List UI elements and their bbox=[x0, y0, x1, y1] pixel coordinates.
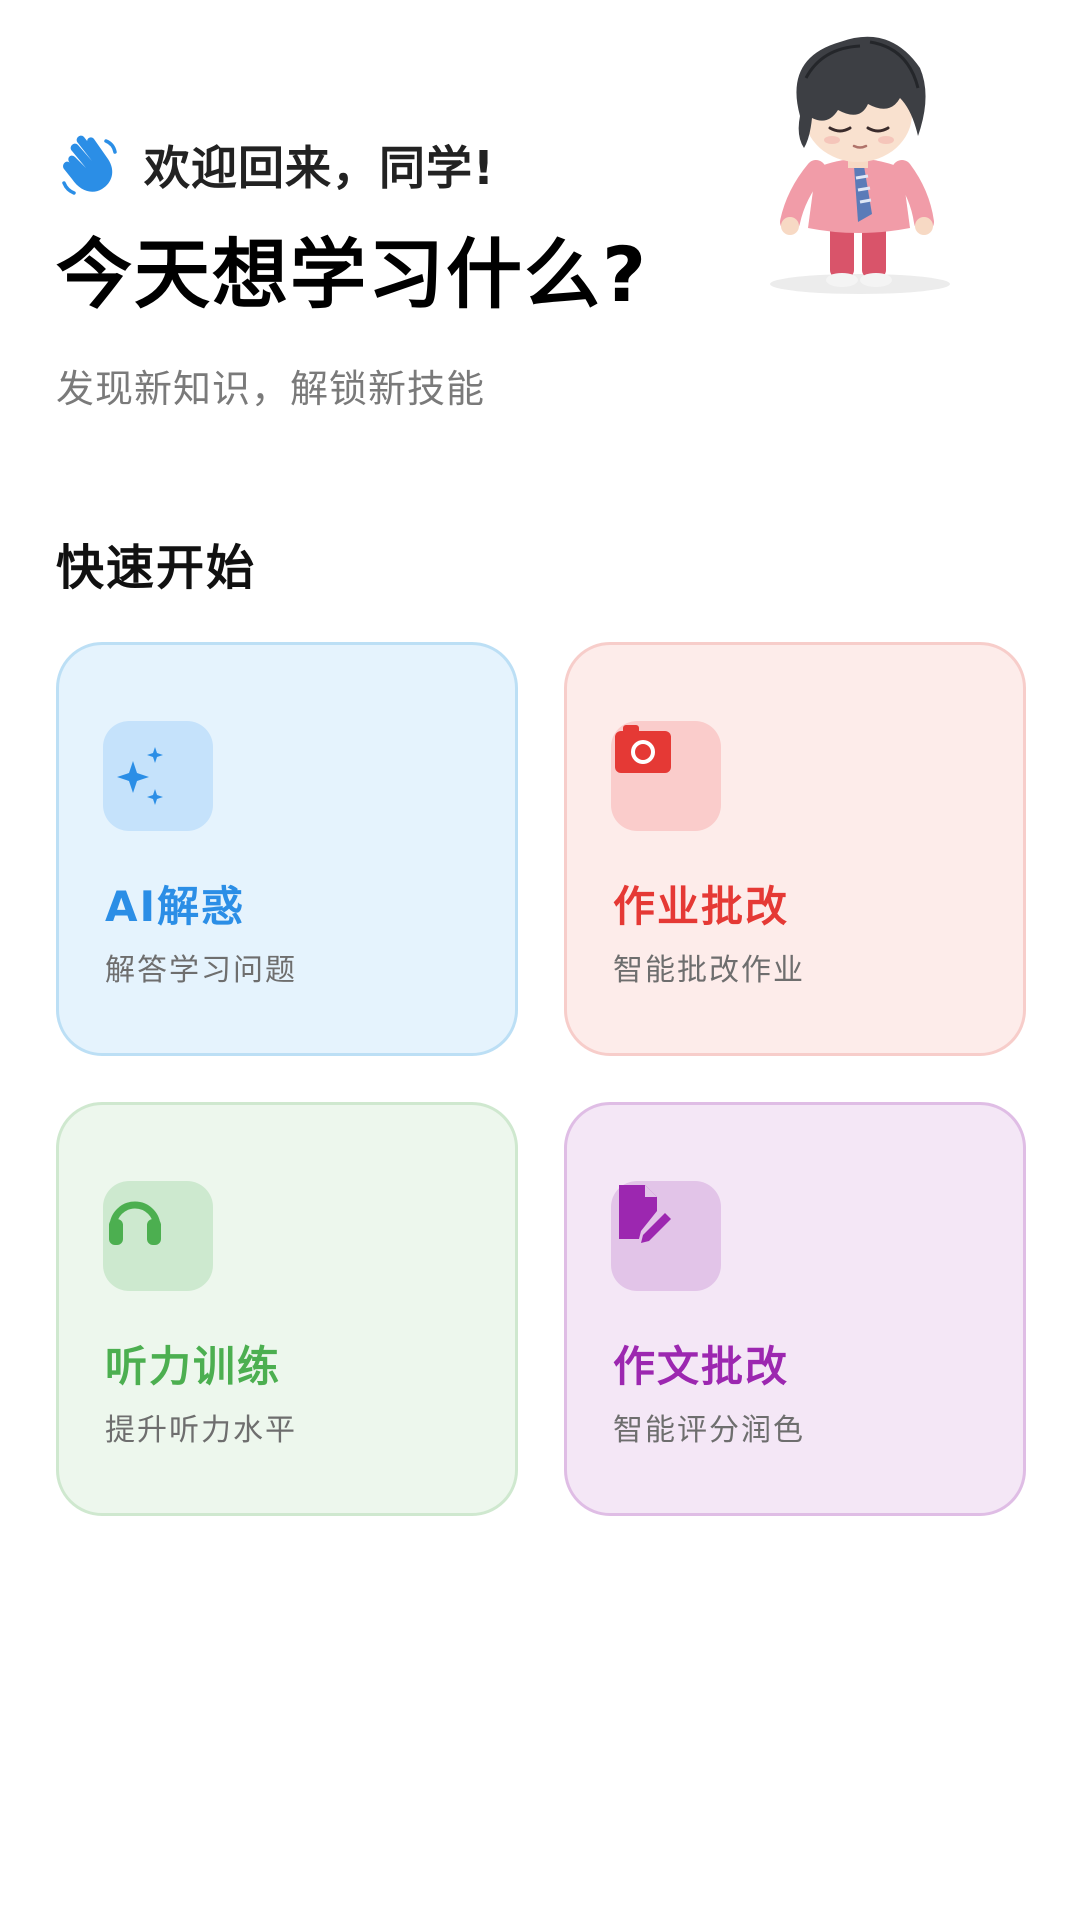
card-description: 智能评分润色 bbox=[613, 1413, 805, 1448]
headphones-icon bbox=[103, 1181, 213, 1291]
student-mascot-image bbox=[750, 18, 970, 298]
card-homework-correction[interactable]: 作业批改 智能批改作业 bbox=[564, 642, 1026, 1056]
sparkles-icon bbox=[103, 721, 213, 831]
card-description: 智能批改作业 bbox=[613, 953, 805, 988]
quick-start-title: 快速开始 bbox=[56, 540, 257, 596]
card-description: 提升听力水平 bbox=[105, 1413, 297, 1448]
card-title: 听力训练 bbox=[105, 1342, 282, 1391]
card-title: AI解惑 bbox=[105, 882, 246, 931]
card-listening-training[interactable]: 听力训练 提升听力水平 bbox=[56, 1102, 518, 1516]
edit-document-icon bbox=[611, 1181, 721, 1291]
camera-icon bbox=[611, 721, 721, 831]
waving-hand-icon bbox=[56, 133, 120, 197]
page-subtitle: 发现新知识，解锁新技能 bbox=[56, 367, 486, 411]
card-essay-correction[interactable]: 作文批改 智能评分润色 bbox=[564, 1102, 1026, 1516]
greeting-text: 欢迎回来，同学! bbox=[144, 141, 495, 195]
greeting-row: 欢迎回来，同学! bbox=[56, 130, 495, 200]
page-headline: 今天想学习什么? bbox=[56, 230, 649, 319]
card-ai-help[interactable]: AI解惑 解答学习问题 bbox=[56, 642, 518, 1056]
welcome-header: 欢迎回来，同学! 今天想学习什么? 发现新知识，解锁新技能 bbox=[0, 0, 1080, 440]
card-description: 解答学习问题 bbox=[105, 953, 297, 988]
card-title: 作业批改 bbox=[613, 882, 790, 931]
card-title: 作文批改 bbox=[613, 1342, 790, 1391]
